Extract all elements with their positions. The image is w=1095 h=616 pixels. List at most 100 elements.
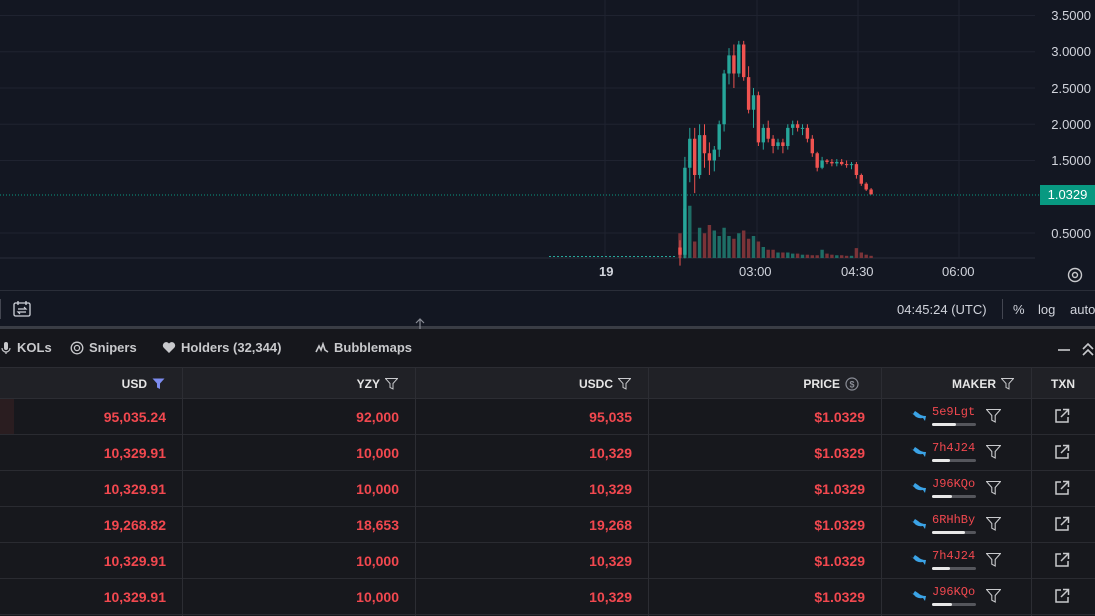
heart-icon: [162, 342, 176, 353]
maker-holding-bar: [932, 603, 976, 606]
column-header-yzy[interactable]: YZY: [183, 368, 398, 400]
external-link-icon[interactable]: [1054, 588, 1070, 604]
price-axis-label: 2.5000: [1051, 81, 1091, 96]
filter-icon[interactable]: [618, 378, 631, 390]
filter-maker-icon[interactable]: [986, 481, 1001, 495]
usd-cell: 19,268.82: [103, 517, 166, 533]
whale-icon: [910, 411, 926, 421]
maker-address-link[interactable]: 7h4J24: [932, 441, 975, 455]
toolbar-divider: [0, 299, 1, 319]
volume-bar: [746, 238, 751, 258]
minimize-icon[interactable]: [1057, 343, 1071, 357]
volume-bar: [830, 254, 834, 258]
filter-maker-icon[interactable]: [986, 589, 1001, 603]
price-chart[interactable]: 3.5000 3.0000 2.5000 2.0000 1.5000 0.500…: [0, 0, 1095, 290]
candle-body: [781, 142, 785, 146]
filter-icon[interactable]: [385, 378, 398, 390]
candle-body: [746, 77, 751, 110]
tab-kols[interactable]: KOLs: [0, 340, 52, 355]
table-row[interactable]: 95,035.24 92,000 95,035 $1.0329 5e9Lgt: [0, 399, 1095, 435]
external-link-icon[interactable]: [1054, 480, 1070, 496]
date-range-icon[interactable]: [12, 300, 32, 318]
filter-icon[interactable]: [1001, 378, 1014, 390]
utc-clock[interactable]: 04:45:24 (UTC): [897, 302, 987, 317]
price-axis-label: 1.5000: [1051, 153, 1091, 168]
tabs-bar: KOLs Snipers Holders (32,344) Bubblemaps: [0, 329, 1095, 367]
candle-body: [678, 247, 682, 255]
candle-body: [702, 135, 707, 154]
volume-bar: [840, 255, 844, 258]
external-link-icon[interactable]: [1054, 516, 1070, 532]
candle-body: [795, 124, 800, 128]
column-header-price[interactable]: PRICE $: [649, 368, 859, 400]
filter-maker-icon[interactable]: [986, 517, 1001, 531]
time-axis-label: 19: [599, 264, 614, 279]
table-row[interactable]: 10,329.91 10,000 10,329 $1.0329 7h4J24: [0, 435, 1095, 471]
volume-bar: [702, 233, 707, 258]
maker-address-link[interactable]: 6RHhBy: [932, 513, 975, 527]
auto-toggle[interactable]: auto: [1070, 302, 1095, 317]
price-cell: $1.0329: [814, 589, 865, 605]
price-cell: $1.0329: [814, 445, 865, 461]
volume-bar: [835, 255, 839, 258]
volume-bar: [791, 253, 795, 258]
currency-toggle-icon[interactable]: $: [845, 377, 859, 391]
bubblemaps-icon: [315, 341, 329, 353]
candle-body: [683, 167, 687, 255]
price-axis-label: 0.5000: [1051, 226, 1091, 241]
table-row[interactable]: 10,329.91 10,000 10,329 $1.0329 7h4J24: [0, 543, 1095, 579]
candle-body: [805, 127, 810, 139]
tab-holders[interactable]: Holders (32,344): [162, 340, 281, 355]
usd-cell: 95,035.24: [103, 409, 166, 425]
external-link-icon[interactable]: [1054, 408, 1070, 424]
volume-bar: [859, 252, 863, 258]
expand-icon[interactable]: [1081, 341, 1095, 357]
maker-address-link[interactable]: J96KQo: [932, 477, 975, 491]
column-header-usdc[interactable]: USDC: [416, 368, 631, 400]
candle-body: [776, 142, 780, 146]
maker-address-link[interactable]: J96KQo: [932, 585, 975, 599]
volume-bar: [800, 254, 805, 258]
filter-active-icon[interactable]: [152, 378, 165, 390]
table-row[interactable]: 19,268.82 18,653 19,268 $1.0329 6RHhBy: [0, 507, 1095, 543]
candlestick-chart-canvas[interactable]: [0, 0, 1095, 290]
candle-body: [786, 127, 790, 146]
candle-body: [693, 138, 697, 175]
table-row[interactable]: 10,329.91 10,000 10,329 $1.0329 J96KQo: [0, 579, 1095, 615]
filter-maker-icon[interactable]: [986, 445, 1001, 459]
column-divider: [1031, 367, 1032, 616]
candle-body: [707, 153, 712, 161]
log-toggle[interactable]: log: [1038, 302, 1055, 317]
tab-snipers[interactable]: Snipers: [70, 340, 137, 355]
candle-body: [732, 55, 736, 74]
candle-body: [859, 175, 863, 184]
usdc-cell: 10,329: [589, 553, 632, 569]
table-row[interactable]: 10,329.91 10,000 10,329 $1.0329 J96KQo: [0, 471, 1095, 507]
candle-body: [761, 127, 765, 143]
volume-bar: [864, 254, 868, 258]
maker-address-link[interactable]: 5e9Lgt: [932, 405, 975, 419]
volume-bar: [825, 253, 829, 258]
column-header-usd[interactable]: USD: [0, 368, 165, 400]
microphone-icon: [1, 341, 11, 354]
usd-cell: 10,329.91: [103, 481, 166, 497]
external-link-icon[interactable]: [1054, 444, 1070, 460]
chart-bottom-toolbar: 04:45:24 (UTC) % log auto: [0, 290, 1095, 326]
maker-cell: 6RHhBy: [882, 507, 1031, 543]
filter-maker-icon[interactable]: [986, 553, 1001, 567]
volume-bar: [727, 236, 731, 258]
maker-cell: J96KQo: [882, 471, 1031, 507]
usdc-cell: 95,035: [589, 409, 632, 425]
maker-address-link[interactable]: 7h4J24: [932, 549, 975, 563]
percent-toggle[interactable]: %: [1013, 302, 1025, 317]
header-label: PRICE: [803, 377, 840, 391]
external-link-icon[interactable]: [1054, 552, 1070, 568]
maker-holding-bar: [932, 531, 976, 534]
volume-bar: [766, 249, 770, 258]
tab-label: Snipers: [89, 340, 137, 355]
chart-settings-icon[interactable]: [1066, 266, 1084, 284]
filter-maker-icon[interactable]: [986, 409, 1001, 423]
usdc-cell: 19,268: [589, 517, 632, 533]
tab-bubblemaps[interactable]: Bubblemaps: [315, 340, 412, 355]
column-header-maker[interactable]: MAKER: [882, 368, 1014, 400]
